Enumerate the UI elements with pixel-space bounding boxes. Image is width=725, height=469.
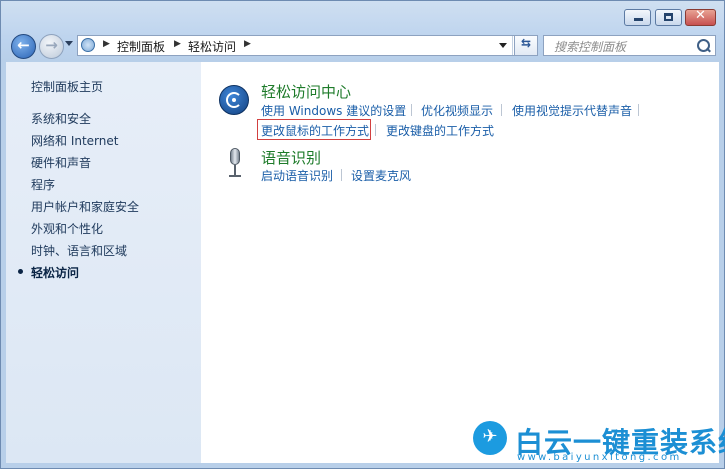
back-arrow-icon: ← — [17, 36, 30, 54]
breadcrumb-arrow-icon[interactable]: ▶ — [103, 39, 110, 49]
breadcrumb-arrow-icon[interactable]: ▶ — [244, 39, 251, 49]
watermark-url: www.baiyunxitong.com — [517, 452, 682, 463]
close-icon: ✕ — [695, 8, 706, 23]
search-icon[interactable] — [697, 39, 710, 52]
link-change-keyboard-settings[interactable]: 更改键盘的工作方式 — [386, 122, 494, 139]
recent-pages-dropdown-icon[interactable] — [65, 41, 73, 46]
sidebar-item-control-panel-home[interactable]: 控制面板主页 — [31, 78, 103, 95]
sidebar-item-user-accounts[interactable]: 用户帐户和家庭安全 — [31, 198, 139, 215]
address-bar[interactable]: ▶ 控制面板 ▶ 轻松访问 ▶ — [77, 35, 538, 56]
link-windows-recommended-settings[interactable]: 使用 Windows 建议的设置 — [261, 102, 406, 119]
breadcrumb-arrow-icon[interactable]: ▶ — [174, 39, 181, 49]
address-dropdown-icon[interactable] — [499, 43, 507, 48]
minimize-icon — [634, 18, 643, 21]
minimize-button[interactable] — [624, 9, 651, 26]
link-divider — [638, 104, 639, 116]
link-optimize-video-display[interactable]: 优化视频显示 — [421, 102, 493, 119]
link-visual-alternatives-for-sounds[interactable]: 使用视觉提示代替声音 — [512, 102, 632, 119]
current-item-bullet — [18, 269, 23, 274]
maximize-icon — [664, 13, 673, 21]
forward-button[interactable]: → — [39, 34, 64, 59]
search-box[interactable]: 搜索控制面板 — [543, 35, 716, 56]
close-button[interactable]: ✕ — [685, 8, 716, 26]
breadcrumb-control-panel[interactable]: 控制面板 — [117, 38, 165, 55]
sidebar-item-appearance[interactable]: 外观和个性化 — [31, 220, 103, 237]
category-title-speech-recognition[interactable]: 语音识别 — [261, 147, 321, 168]
microphone-icon[interactable] — [227, 148, 243, 180]
sidebar-item-system-security[interactable]: 系统和安全 — [31, 110, 91, 127]
refresh-icon: ⇆ — [520, 36, 532, 50]
bird-logo-icon: ✈ — [473, 421, 507, 455]
sidebar-item-network-internet[interactable]: 网络和 Internet — [31, 132, 118, 149]
back-button[interactable]: ← — [11, 34, 36, 59]
sidebar-item-clock-language[interactable]: 时钟、语言和区域 — [31, 242, 127, 259]
link-change-mouse-settings[interactable]: 更改鼠标的工作方式 — [261, 122, 369, 139]
link-divider — [501, 104, 502, 116]
maximize-button[interactable] — [655, 9, 682, 26]
sidebar-item-programs[interactable]: 程序 — [31, 176, 55, 193]
control-panel-window: ✕ ← → ▶ 控制面板 ▶ 轻松访问 ▶ ⇆ 搜索控制面板 控制面板主页 系统… — [0, 0, 725, 469]
search-placeholder: 搜索控制面板 — [554, 40, 627, 54]
sidebar-item-ease-of-access[interactable]: 轻松访问 — [31, 264, 79, 281]
link-set-up-microphone[interactable]: 设置麦克风 — [351, 167, 411, 184]
breadcrumb-ease-of-access[interactable]: 轻松访问 — [188, 38, 236, 55]
control-panel-icon — [81, 38, 95, 52]
forward-arrow-icon: → — [45, 36, 58, 54]
address-divider — [512, 36, 513, 55]
category-title-ease-of-access-center[interactable]: 轻松访问中心 — [261, 81, 351, 102]
link-divider — [375, 124, 376, 136]
ease-of-access-icon[interactable] — [219, 85, 249, 115]
sidebar-item-hardware-sound[interactable]: 硬件和声音 — [31, 154, 91, 171]
link-start-speech-recognition[interactable]: 启动语音识别 — [261, 167, 333, 184]
link-divider — [411, 104, 412, 116]
link-divider — [341, 169, 342, 181]
refresh-button[interactable]: ⇆ — [514, 35, 538, 56]
